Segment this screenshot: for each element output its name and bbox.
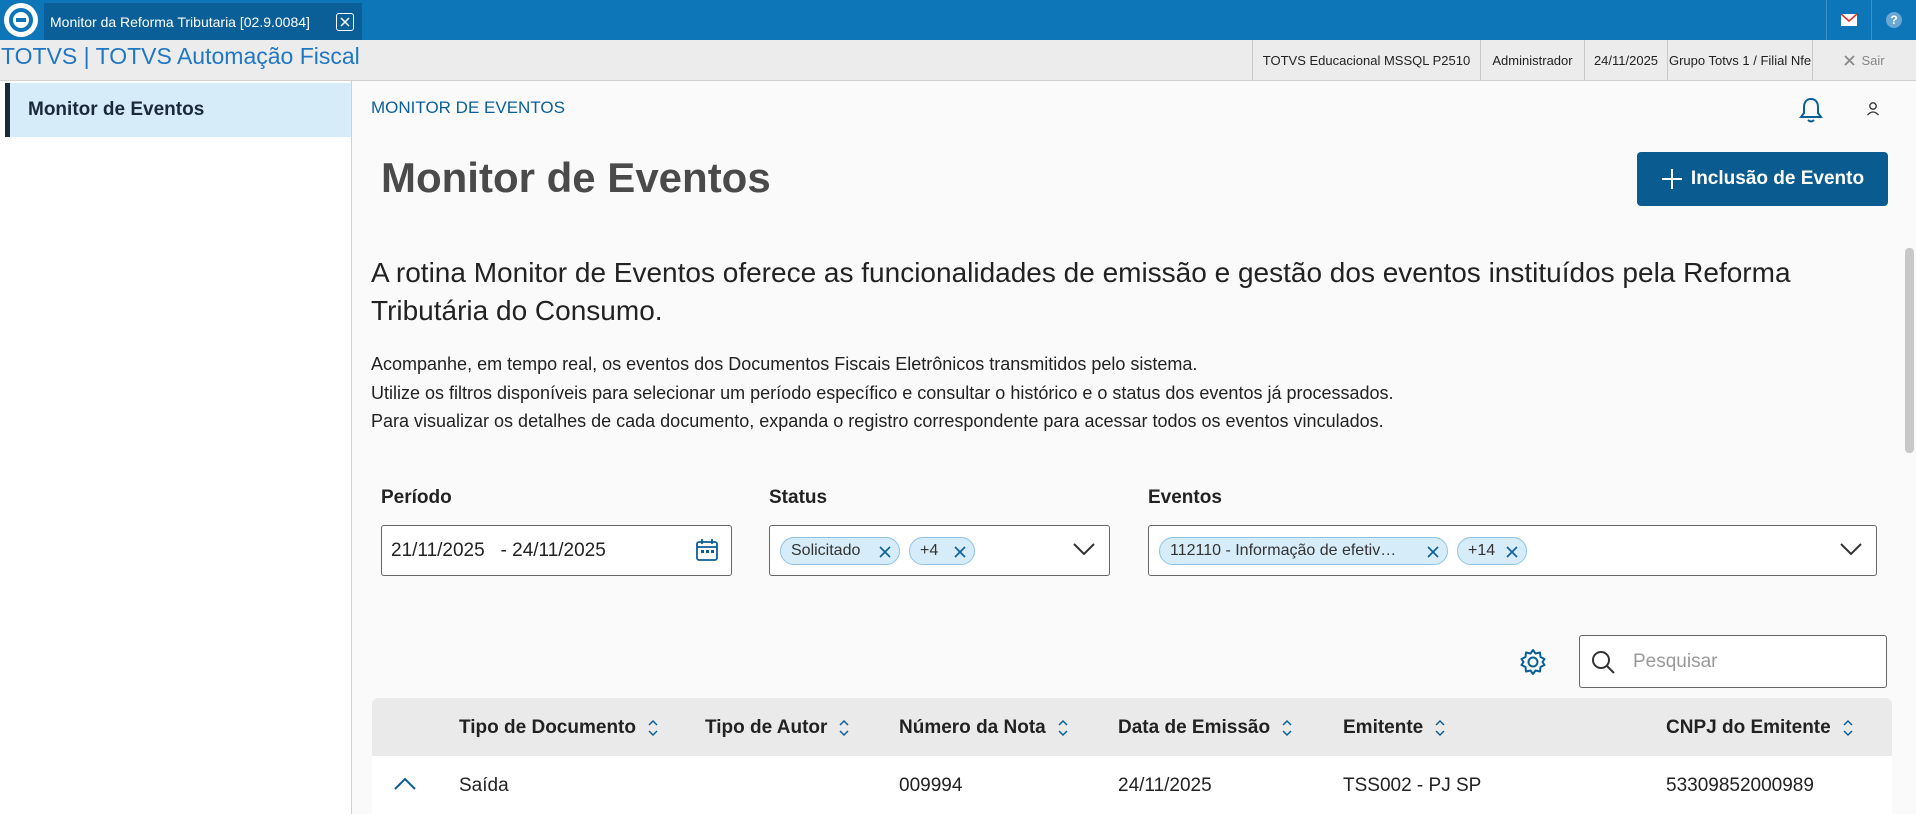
- settings-icon[interactable]: [1519, 648, 1547, 681]
- status-multiselect[interactable]: Solicitado +4: [769, 525, 1110, 576]
- vertical-scrollbar[interactable]: [1905, 248, 1914, 453]
- column-header-tipo-autor[interactable]: Tipo de Autor: [705, 717, 849, 739]
- column-header-cnpj-emitente[interactable]: CNPJ do Emitente: [1666, 717, 1853, 739]
- sort-icon[interactable]: [1435, 719, 1445, 737]
- column-label: CNPJ do Emitente: [1666, 717, 1831, 738]
- close-icon[interactable]: [954, 545, 966, 563]
- chevron-up-icon[interactable]: [394, 777, 416, 796]
- column-label: Data de Emissão: [1118, 717, 1271, 738]
- cell-emitente: TSS002 - PJ SP: [1343, 775, 1482, 796]
- cell-numero-nota: 009994: [899, 775, 963, 796]
- bell-icon[interactable]: [1798, 96, 1824, 129]
- sidebar: Monitor de Eventos: [0, 81, 352, 814]
- column-label: Tipo de Documento: [459, 717, 636, 738]
- close-icon[interactable]: [336, 13, 354, 31]
- chip-label: 112110 - Informação de efetiv…: [1170, 542, 1397, 559]
- sidebar-item-label: Monitor de Eventos: [28, 99, 205, 120]
- table-row[interactable]: Saída 009994 24/11/2025 TSS002 - PJ SP 5…: [372, 756, 1892, 814]
- paragraph-2: Utilize os filtros disponíveis para sele…: [371, 383, 1394, 403]
- search-icon: [1590, 649, 1616, 680]
- column-header-data-emissao[interactable]: Data de Emissão: [1118, 717, 1292, 739]
- eventos-chip-112110: 112110 - Informação de efetiv…: [1159, 537, 1448, 565]
- chevron-down-icon[interactable]: [1840, 542, 1862, 561]
- eventos-label: Eventos: [1148, 487, 1222, 508]
- main-content: MONITOR DE EVENTOS Monitor de Eventos In…: [352, 81, 1916, 814]
- table-header: Tipo de Documento Tipo de Autor Número d…: [372, 698, 1892, 756]
- column-label: Emitente: [1343, 717, 1424, 738]
- mail-icon[interactable]: [1826, 0, 1871, 40]
- date-label: 24/11/2025: [1584, 40, 1667, 80]
- calendar-icon[interactable]: [695, 538, 719, 567]
- user-icon[interactable]: [1866, 101, 1880, 122]
- breadcrumb[interactable]: MONITOR DE EVENTOS: [371, 98, 565, 118]
- sort-icon[interactable]: [1843, 719, 1853, 737]
- chevron-down-icon[interactable]: [1073, 542, 1095, 561]
- close-icon: [1844, 54, 1856, 66]
- sort-icon[interactable]: [1058, 719, 1068, 737]
- lead-text: A rotina Monitor de Eventos oferece as f…: [371, 257, 1791, 326]
- plus-icon: [1661, 169, 1682, 189]
- app-title: TOTVS | TOTVS Automação Fiscal: [1, 43, 360, 69]
- periodo-label: Período: [381, 487, 452, 508]
- status-label: Status: [769, 487, 828, 508]
- exit-button[interactable]: Sair: [1812, 40, 1916, 80]
- close-icon[interactable]: [1506, 545, 1518, 563]
- close-icon[interactable]: [1427, 545, 1439, 563]
- eventos-multiselect[interactable]: 112110 - Informação de efetiv… +14: [1148, 525, 1877, 576]
- exit-label: Sair: [1861, 52, 1885, 68]
- status-chip-solicitado: Solicitado: [780, 537, 900, 565]
- sort-icon[interactable]: [839, 719, 849, 737]
- paragraph-3: Para visualizar os detalhes de cada docu…: [371, 411, 1384, 431]
- close-icon[interactable]: [879, 545, 891, 563]
- user-label: Administrador: [1480, 40, 1584, 80]
- tab-monitor-reforma[interactable]: Monitor da Reforma Tributaria [02.9.0084…: [44, 3, 362, 40]
- paragraph-1: Acompanhe, em tempo real, os eventos dos…: [371, 354, 1198, 374]
- column-header-numero-nota[interactable]: Número da Nota: [899, 717, 1068, 739]
- chip-label: +4: [920, 542, 939, 559]
- sort-icon[interactable]: [648, 719, 658, 737]
- top-bar: Monitor da Reforma Tributaria [02.9.0084…: [0, 0, 1916, 40]
- menu-bar: TOTVS | TOTVS Automação Fiscal TOTVS Edu…: [0, 40, 1916, 81]
- chip-label: +14: [1468, 542, 1496, 559]
- status-chip-more: +4: [909, 537, 975, 565]
- add-event-label: Inclusão de Evento: [1690, 168, 1865, 189]
- totvs-logo-icon[interactable]: [4, 3, 38, 37]
- cell-data-emissao: 24/11/2025: [1118, 775, 1212, 796]
- periodo-value: 21/11/2025 - 24/11/2025: [391, 540, 606, 561]
- page-title: Monitor de Eventos: [381, 154, 771, 201]
- tab-title: Monitor da Reforma Tributaria [02.9.0084…: [50, 13, 310, 30]
- search-input[interactable]: Pesquisar: [1579, 635, 1887, 688]
- column-label: Número da Nota: [899, 717, 1046, 738]
- column-header-emitente[interactable]: Emitente: [1343, 717, 1445, 739]
- cell-tipo-documento: Saída: [459, 775, 509, 796]
- search-placeholder: Pesquisar: [1633, 651, 1718, 672]
- periodo-field[interactable]: 21/11/2025 - 24/11/2025: [381, 525, 732, 576]
- chip-label: Solicitado: [791, 542, 861, 559]
- column-label: Tipo de Autor: [705, 717, 828, 738]
- sort-icon[interactable]: [1282, 719, 1292, 737]
- sidebar-item-monitor-eventos[interactable]: Monitor de Eventos: [5, 83, 351, 137]
- eventos-chip-more: +14: [1457, 537, 1527, 565]
- cell-cnpj-emitente: 53309852000989: [1666, 775, 1814, 796]
- add-event-button[interactable]: Inclusão de Evento: [1637, 152, 1888, 206]
- column-header-tipo-documento[interactable]: Tipo de Documento: [459, 717, 658, 739]
- svg-text:?: ?: [1890, 13, 1897, 27]
- environment-label: TOTVS Educacional MSSQL P2510: [1252, 40, 1480, 80]
- company-label: Grupo Totvs 1 / Filial Nfe: [1667, 40, 1812, 80]
- help-icon[interactable]: ?: [1871, 0, 1916, 40]
